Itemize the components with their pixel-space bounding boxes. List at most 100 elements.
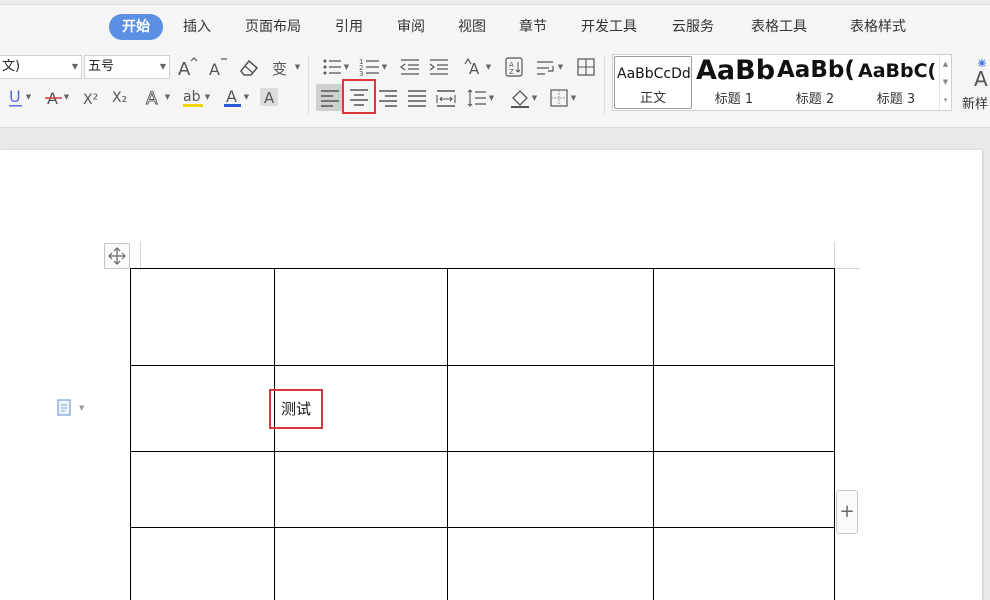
increase-indent-button[interactable] xyxy=(427,55,451,79)
show-hide-marks-button[interactable]: ▼ xyxy=(532,55,566,79)
table-cell[interactable] xyxy=(130,527,275,600)
table-cell[interactable] xyxy=(130,365,275,452)
chevron-down-icon[interactable]: ▼ xyxy=(72,56,78,78)
font-name-value: 文) xyxy=(2,59,21,74)
table-cell[interactable] xyxy=(274,268,448,366)
tab-references[interactable]: 引用 xyxy=(330,14,368,40)
table-cell[interactable] xyxy=(653,451,835,528)
font-name-combo[interactable]: 文) ▼ xyxy=(0,55,82,79)
align-left-button[interactable] xyxy=(316,84,344,111)
add-row-button[interactable]: + xyxy=(836,490,858,534)
table-cell[interactable] xyxy=(653,527,835,600)
chevron-down-icon[interactable]: ▼ xyxy=(486,63,491,71)
highlight-button[interactable]: ab ▼ xyxy=(178,85,214,109)
font-size-combo[interactable]: 五号 ▼ xyxy=(84,55,170,79)
sort-button[interactable]: AZ xyxy=(502,55,526,79)
chevron-down-icon[interactable]: ▼ xyxy=(489,94,494,102)
text-direction-icon: A xyxy=(464,57,480,78)
strikethrough-icon: A xyxy=(44,89,62,108)
tab-home[interactable]: 开始 xyxy=(109,14,163,40)
margin-marker xyxy=(834,242,835,268)
justify-button[interactable] xyxy=(405,84,429,111)
svg-text:A: A xyxy=(264,89,275,107)
tab-table-tools[interactable]: 表格工具 xyxy=(746,14,812,40)
subscript-button[interactable]: X₂ xyxy=(108,85,134,109)
table-cell[interactable] xyxy=(274,527,448,600)
shading-button[interactable]: ▼ xyxy=(505,84,541,111)
table-cell[interactable] xyxy=(130,451,275,528)
style-heading-1[interactable]: AaBb 标题 1 xyxy=(694,56,774,109)
style-heading-3[interactable]: AaBbC( 标题 3 xyxy=(856,56,936,109)
chevron-down-icon[interactable]: ▼ xyxy=(558,63,563,71)
table-row xyxy=(130,451,835,528)
superscript-button[interactable]: X² xyxy=(80,85,104,109)
table-cell[interactable] xyxy=(447,365,654,452)
style-heading-2[interactable]: AaBb( 标题 2 xyxy=(775,56,855,109)
shrink-font-button[interactable]: A xyxy=(205,55,229,79)
borders-button[interactable]: ▼ xyxy=(544,84,580,111)
chevron-down-icon[interactable]: ▼ xyxy=(64,93,69,101)
tab-cloud-service[interactable]: 云服务 xyxy=(667,14,719,40)
table-cell[interactable] xyxy=(447,268,654,366)
svg-text:A: A xyxy=(974,67,988,90)
grow-font-button[interactable]: A xyxy=(175,55,199,79)
table-cell-selected[interactable]: 测试 xyxy=(268,365,448,452)
chevron-up-icon[interactable]: ▲ xyxy=(940,55,951,73)
chevron-down-icon[interactable]: ▼ xyxy=(160,56,166,78)
align-right-button[interactable] xyxy=(376,84,400,111)
phonetic-guide-button[interactable]: 变 ▼ xyxy=(268,55,302,79)
chevron-down-icon[interactable]: ▼ xyxy=(382,63,387,71)
title-strip xyxy=(0,0,990,5)
table-insert-button[interactable] xyxy=(574,55,598,79)
chevron-down-icon[interactable]: ▼ xyxy=(165,93,170,101)
tab-view[interactable]: 视图 xyxy=(453,14,491,40)
new-style-button[interactable]: A 新样 xyxy=(960,56,990,112)
table-cell[interactable] xyxy=(274,451,448,528)
table-cell[interactable] xyxy=(447,451,654,528)
tab-developer[interactable]: 开发工具 xyxy=(576,14,642,40)
text-direction-button[interactable]: A ▼ xyxy=(460,55,494,79)
table-cell[interactable] xyxy=(447,527,654,600)
chevron-down-icon[interactable]: ▼ xyxy=(344,63,349,71)
chevron-down-icon[interactable]: ▼ xyxy=(79,404,84,412)
line-spacing-button[interactable]: ▼ xyxy=(462,84,498,111)
chevron-down-icon[interactable]: ▼ xyxy=(205,93,210,101)
strikethrough-button[interactable]: A ▼ xyxy=(40,85,74,109)
chevron-down-icon[interactable]: ▼ xyxy=(571,94,576,102)
chevron-down-icon[interactable]: ▼ xyxy=(940,73,951,91)
char-shading-button[interactable]: A xyxy=(257,85,281,109)
align-center-button[interactable] xyxy=(342,79,376,114)
bullet-list-button[interactable]: ▼ xyxy=(318,55,352,79)
chevron-down-icon[interactable]: ▼ xyxy=(26,93,31,101)
table-cell[interactable] xyxy=(653,268,835,366)
tab-review[interactable]: 审阅 xyxy=(392,14,430,40)
style-name: 标题 2 xyxy=(795,92,835,107)
style-normal[interactable]: AaBbCcDd 正文 xyxy=(614,56,692,109)
font-color-button[interactable]: A ▼ xyxy=(219,85,253,109)
numbered-list-button[interactable]: 123 ▼ xyxy=(356,55,390,79)
clear-format-button[interactable] xyxy=(236,55,262,79)
table-cell[interactable] xyxy=(130,268,275,366)
gallery-expand-icon[interactable]: ▾ xyxy=(940,91,951,109)
table-move-handle[interactable] xyxy=(104,243,130,269)
highlight-icon: ab xyxy=(182,89,203,107)
style-gallery-scroll[interactable]: ▲ ▼ ▾ xyxy=(939,55,951,110)
underline-button[interactable]: U ▼ xyxy=(2,85,36,109)
text-effect-button[interactable]: A ▼ xyxy=(140,85,174,109)
align-left-icon xyxy=(321,89,339,107)
chevron-down-icon[interactable]: ▼ xyxy=(295,63,300,71)
selected-cell-text[interactable]: 测试 xyxy=(268,388,324,429)
table-row: 测试 xyxy=(130,365,835,452)
table-cell[interactable] xyxy=(653,365,835,452)
tab-page-layout[interactable]: 页面布局 xyxy=(240,14,306,40)
chevron-down-icon[interactable]: ▼ xyxy=(532,94,537,102)
tab-table-style[interactable]: 表格样式 xyxy=(845,14,911,40)
decrease-indent-button[interactable] xyxy=(398,55,422,79)
tab-insert[interactable]: 插入 xyxy=(178,14,216,40)
tab-chapter[interactable]: 章节 xyxy=(514,14,552,40)
distribute-button[interactable] xyxy=(434,84,458,111)
chevron-down-icon[interactable]: ▼ xyxy=(244,93,249,101)
style-preview: AaBbCcDd xyxy=(617,66,691,82)
paragraph-layout-marker[interactable]: ▼ xyxy=(56,398,96,418)
move-icon xyxy=(108,247,126,265)
